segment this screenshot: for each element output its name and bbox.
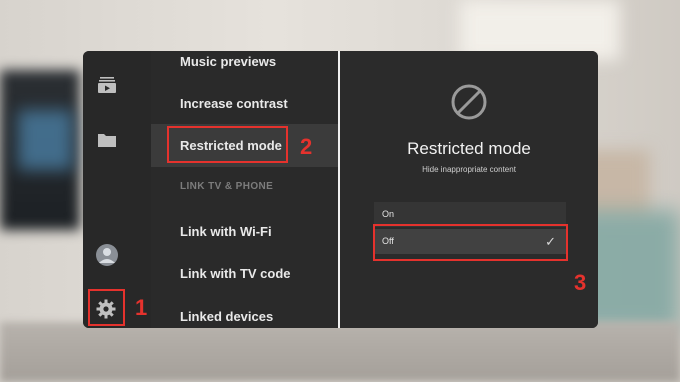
annotation-step-3: 3 (574, 270, 587, 295)
detail-title: Restricted mode (407, 139, 531, 158)
menu-item-increase-contrast[interactable]: Increase contrast (180, 96, 288, 111)
block-icon (451, 84, 487, 120)
section-label-link-tv-phone: LINK TV & PHONE (180, 181, 274, 192)
settings-menu: Music previews Increase contrast Restric… (151, 51, 338, 328)
detail-subtitle: Hide inappropriate content (422, 165, 516, 174)
annotation-step-1: 1 (135, 295, 148, 320)
restricted-mode-detail-pane: Restricted mode Hide inappropriate conte… (340, 51, 598, 328)
icon-rail (83, 51, 151, 328)
annotation-box-settings (88, 289, 125, 326)
menu-item-linked-devices[interactable]: Linked devices (180, 309, 273, 324)
option-on-label: On (382, 209, 395, 219)
tv-settings-panel: Music previews Increase contrast Restric… (83, 51, 598, 328)
menu-item-music-previews[interactable]: Music previews (180, 54, 276, 69)
annotation-box-restricted-mode (167, 126, 288, 163)
annotation-box-off-option (373, 224, 568, 261)
subscriptions-icon[interactable] (97, 75, 117, 95)
menu-item-link-with-wifi[interactable]: Link with Wi-Fi (180, 224, 272, 239)
annotation-step-2: 2 (300, 134, 313, 159)
avatar[interactable] (95, 243, 119, 267)
library-folder-icon[interactable] (97, 130, 117, 150)
menu-item-link-with-tv-code[interactable]: Link with TV code (180, 266, 291, 281)
